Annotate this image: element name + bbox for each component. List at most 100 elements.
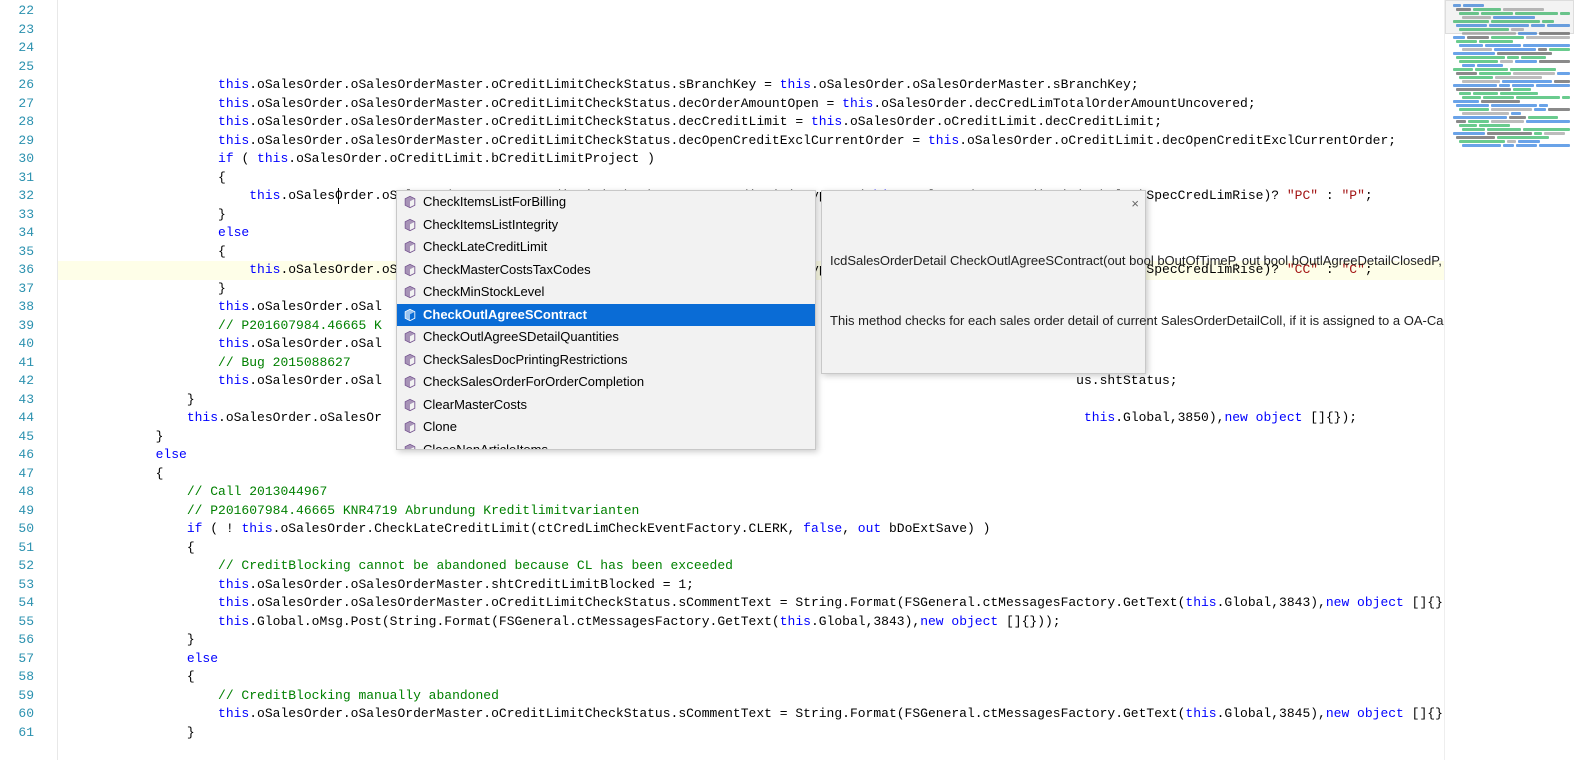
autocomplete-label: CheckOutlAgreeSDetailQuantities (423, 328, 619, 347)
line-number: 27 (0, 95, 34, 114)
method-icon (403, 263, 417, 277)
code-line[interactable]: else (58, 650, 1444, 669)
autocomplete-label: CheckOutlAgreeSContract (423, 306, 587, 325)
line-number: 59 (0, 687, 34, 706)
autocomplete-item[interactable]: CheckMinStockLevel (397, 281, 815, 304)
autocomplete-item[interactable]: CheckSalesDocPrintingRestrictions (397, 349, 815, 372)
line-number: 29 (0, 132, 34, 151)
line-number: 57 (0, 650, 34, 669)
autocomplete-item[interactable]: CheckMasterCostsTaxCodes (397, 259, 815, 282)
line-number: 28 (0, 113, 34, 132)
line-number: 25 (0, 58, 34, 77)
method-icon (403, 443, 417, 450)
line-number: 33 (0, 206, 34, 225)
line-number: 24 (0, 39, 34, 58)
code-line[interactable]: this.oSalesOrder.oSalesOrderMaster.shtCr… (58, 576, 1444, 595)
fold-gutter (44, 0, 58, 760)
line-number: 40 (0, 335, 34, 354)
line-number: 34 (0, 224, 34, 243)
code-line[interactable]: // CreditBlocking cannot be abandoned be… (58, 557, 1444, 576)
line-number: 31 (0, 169, 34, 188)
autocomplete-label: CheckMasterCostsTaxCodes (423, 261, 591, 280)
method-icon (403, 330, 417, 344)
line-number: 44 (0, 409, 34, 428)
autocomplete-popup[interactable]: CheckItemsListForBilling CheckItemsListIn… (396, 190, 816, 450)
code-line[interactable]: // Call 2013044967 (58, 483, 1444, 502)
minimap-viewport[interactable] (1445, 0, 1574, 34)
method-icon (403, 218, 417, 232)
line-number: 58 (0, 668, 34, 687)
method-icon (403, 420, 417, 434)
autocomplete-item[interactable]: CloseNonArticleItems (397, 439, 815, 451)
autocomplete-item[interactable]: CheckItemsListForBilling (397, 191, 815, 214)
autocomplete-label: CheckSalesOrderForOrderCompletion (423, 373, 644, 392)
autocomplete-item[interactable]: CheckSalesOrderForOrderCompletion (397, 371, 815, 394)
text-caret (338, 188, 339, 204)
autocomplete-item[interactable]: CheckOutlAgreeSContract (397, 304, 815, 327)
autocomplete-item[interactable]: CheckItemsListIntegrity (397, 214, 815, 237)
line-number: 23 (0, 21, 34, 40)
line-number: 32 (0, 187, 34, 206)
code-line[interactable]: if ( ! this.oSalesOrder.CheckLateCreditL… (58, 520, 1444, 539)
code-line[interactable]: { (58, 465, 1444, 484)
line-number: 41 (0, 354, 34, 373)
line-number: 36 (0, 261, 34, 280)
autocomplete-item[interactable]: ClearMasterCosts (397, 394, 815, 417)
code-line[interactable]: // P201607984.46665 KNR4719 Abrundung Kr… (58, 502, 1444, 521)
minimap[interactable] (1444, 0, 1574, 760)
line-number: 47 (0, 465, 34, 484)
code-line[interactable]: { (58, 169, 1444, 188)
autocomplete-label: Clone (423, 418, 457, 437)
autocomplete-item[interactable]: Clone (397, 416, 815, 439)
autocomplete-label: CheckLateCreditLimit (423, 238, 547, 257)
code-area[interactable]: this.oSalesOrder.oSalesOrderMaster.oCred… (58, 0, 1444, 760)
code-line[interactable]: } (58, 724, 1444, 743)
autocomplete-label: ClearMasterCosts (423, 396, 527, 415)
code-line[interactable]: this.Global.oMsg.Post(String.Format(FSGe… (58, 613, 1444, 632)
method-icon (403, 240, 417, 254)
method-icon (403, 353, 417, 367)
autocomplete-label: CheckItemsListForBilling (423, 193, 566, 212)
line-number: 22 (0, 2, 34, 21)
method-icon (403, 285, 417, 299)
code-editor: 2223242526272829303132333435363738394041… (0, 0, 1574, 760)
method-icon (403, 195, 417, 209)
code-line[interactable]: if ( this.oSalesOrder.oCreditLimit.bCred… (58, 150, 1444, 169)
tooltip-signature: IcdSalesOrderDetail CheckOutlAgreeSContr… (830, 252, 1137, 270)
line-number: 26 (0, 76, 34, 95)
autocomplete-tooltip: × IcdSalesOrderDetail CheckOutlAgreeSCon… (821, 190, 1146, 374)
autocomplete-item[interactable]: CheckOutlAgreeSDetailQuantities (397, 326, 815, 349)
code-line[interactable] (58, 742, 1444, 760)
autocomplete-item[interactable]: CheckLateCreditLimit (397, 236, 815, 259)
line-number: 55 (0, 613, 34, 632)
code-line[interactable]: { (58, 668, 1444, 687)
line-number: 50 (0, 520, 34, 539)
line-number: 37 (0, 280, 34, 299)
line-number: 42 (0, 372, 34, 391)
code-line[interactable]: this.oSalesOrder.oSalesOrderMaster.oCred… (58, 113, 1444, 132)
line-number: 53 (0, 576, 34, 595)
autocomplete-label: CloseNonArticleItems (423, 441, 548, 451)
autocomplete-label: CheckMinStockLevel (423, 283, 544, 302)
code-line[interactable]: this.oSalesOrder.oSalesOrderMaster.oCred… (58, 705, 1444, 724)
code-line[interactable]: this.oSalesOrder.oSalesOrderMaster.oCred… (58, 76, 1444, 95)
code-line[interactable]: this.oSalesOrder.oSalesOrderMaster.oCred… (58, 95, 1444, 114)
code-line[interactable]: this.oSalesOrder.oSalesOrderMaster.oCred… (58, 594, 1444, 613)
line-number: 45 (0, 428, 34, 447)
code-line[interactable]: } (58, 631, 1444, 650)
method-icon (403, 398, 417, 412)
line-number: 46 (0, 446, 34, 465)
method-icon (403, 308, 417, 322)
autocomplete-label: CheckSalesDocPrintingRestrictions (423, 351, 627, 370)
code-line[interactable]: // CreditBlocking manually abandoned (58, 687, 1444, 706)
close-icon[interactable]: × (1131, 195, 1139, 213)
code-line[interactable]: { (58, 539, 1444, 558)
line-number: 48 (0, 483, 34, 502)
line-number: 61 (0, 724, 34, 743)
line-number: 49 (0, 502, 34, 521)
line-number: 43 (0, 391, 34, 410)
line-number: 52 (0, 557, 34, 576)
line-number: 54 (0, 594, 34, 613)
code-line[interactable]: this.oSalesOrder.oSalesOrderMaster.oCred… (58, 132, 1444, 151)
tooltip-description: This method checks for each sales order … (830, 312, 1137, 330)
